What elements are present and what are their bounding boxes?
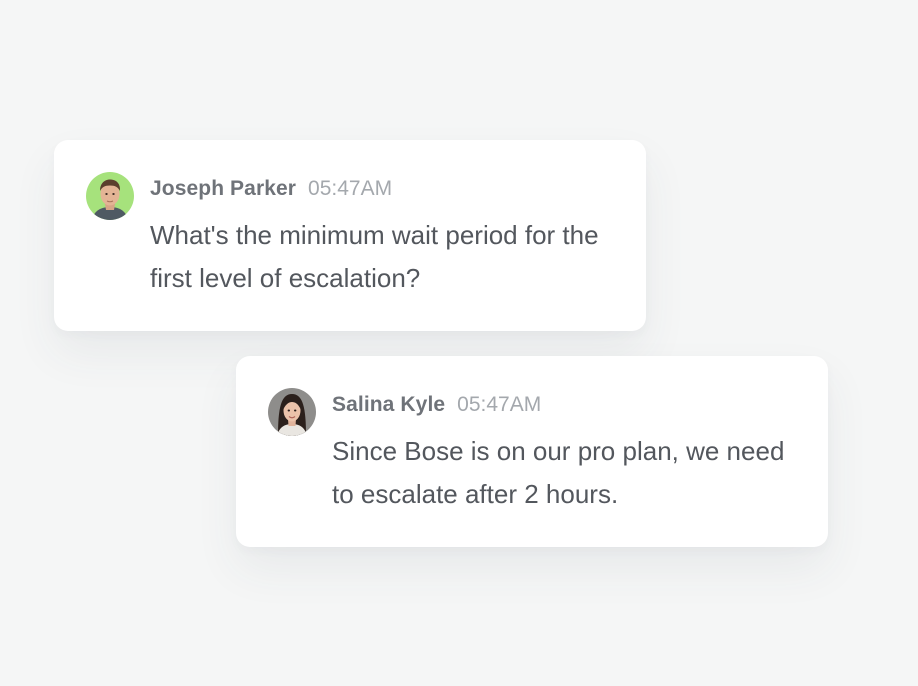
- avatar-joseph-parker-icon: [86, 172, 134, 220]
- message-meta: Salina Kyle 05:47AM: [332, 393, 541, 417]
- avatar[interactable]: [268, 388, 316, 436]
- message-timestamp: 05:47AM: [308, 177, 393, 200]
- message-timestamp: 05:47AM: [457, 393, 542, 416]
- author-name[interactable]: Salina Kyle: [332, 393, 445, 417]
- avatar-salina-kyle-icon: [268, 388, 316, 436]
- message-card: Joseph Parker 05:47AM What's the minimum…: [54, 140, 646, 331]
- message-meta: Joseph Parker 05:47AM: [150, 177, 392, 201]
- message-text: Since Bose is on our pro plan, we need t…: [332, 436, 785, 509]
- message-text: What's the minimum wait period for the f…: [150, 220, 599, 293]
- message-card: Salina Kyle 05:47AM Since Bose is on our…: [236, 356, 828, 547]
- author-name[interactable]: Joseph Parker: [150, 177, 296, 201]
- avatar[interactable]: [86, 172, 134, 220]
